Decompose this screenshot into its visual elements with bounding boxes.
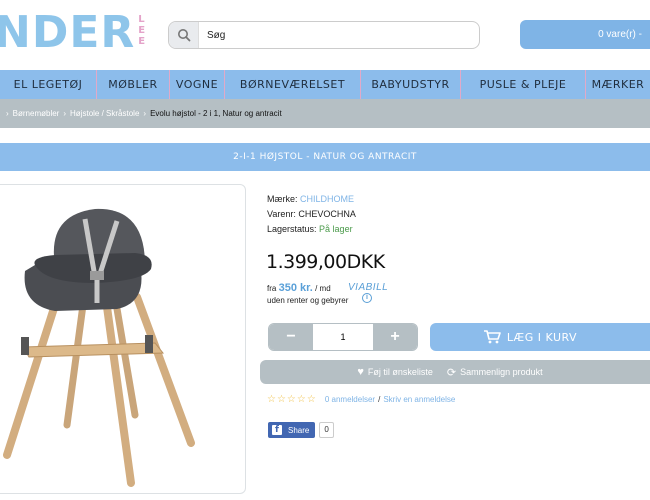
nav-item-mobler[interactable]: MØBLER [97, 70, 170, 99]
breadcrumb-link[interactable]: Højstole / Skråstole [70, 109, 139, 118]
nav-item-vogne[interactable]: VOGNE [170, 70, 225, 99]
info-icon[interactable]: i [362, 293, 372, 303]
site-header: NDER LEE 0 vare(r) - [0, 0, 650, 70]
nav-item-babyudstyr[interactable]: BABYUDSTYR [361, 70, 461, 99]
viabill-logo: VIABILL [348, 282, 389, 293]
reviews-link[interactable]: 0 anmeldelser [325, 395, 375, 404]
product-image[interactable] [0, 184, 246, 494]
decrement-button[interactable]: − [269, 324, 313, 350]
product-price: 1.399,00DKK [266, 251, 385, 273]
sku-value: CHEVOCHNA [298, 209, 356, 219]
quantity-input[interactable] [313, 324, 373, 350]
search-bar [168, 21, 480, 49]
breadcrumb-link[interactable]: Børnemøbler [13, 109, 60, 118]
facebook-share: f Share 0 [268, 422, 334, 438]
search-input[interactable] [199, 22, 469, 48]
breadcrumb: › Børnemøbler › Højstole / Skråstole › E… [0, 99, 650, 128]
site-logo[interactable]: NDER LEE [0, 8, 145, 58]
search-icon[interactable] [169, 22, 199, 48]
breadcrumb-current: Evolu højstol - 2 i 1, Natur og antracit [150, 109, 282, 118]
share-count: 0 [319, 422, 334, 438]
high-chair-image [3, 208, 195, 487]
facebook-icon: f [272, 425, 282, 435]
increment-button[interactable]: + [373, 324, 417, 350]
cart-label: 0 vare(r) - [598, 29, 642, 40]
heart-icon: ♥ [357, 366, 364, 378]
cart-button[interactable]: 0 vare(r) - [520, 20, 650, 49]
product-info: Mærke: CHILDHOME Varenr: CHEVOCHNA Lager… [267, 194, 356, 234]
wishlist-button[interactable]: ♥ Føj til ønskeliste [357, 366, 433, 378]
product-title: 2-I-1 HØJSTOL - NATUR OG ANTRACIT [233, 152, 417, 162]
write-review-link[interactable]: Skriv en anmeldelse [383, 395, 455, 404]
add-to-cart-button[interactable]: LÆG I KURV [430, 323, 650, 351]
cart-icon [483, 330, 501, 344]
star-rating: ☆☆☆☆☆ [267, 394, 317, 405]
logo-text: NDER [0, 7, 136, 58]
facebook-share-button[interactable]: f Share [268, 422, 316, 438]
nav-item-el-legetoj[interactable]: EL LEGETØJ [0, 70, 97, 99]
quantity-stepper: − + [268, 323, 418, 351]
finance-amount: 350 kr. [278, 282, 313, 294]
reviews-row: ☆☆☆☆☆ 0 anmeldelser / Skriv en anmeldels… [267, 394, 456, 405]
nav-item-bornevaerelset[interactable]: BØRNEVÆRELSET [225, 70, 361, 99]
main-nav: EL LEGETØJ MØBLER VOGNE BØRNEVÆRELSET BA… [0, 70, 650, 99]
compare-button[interactable]: ⟳ Sammenlign produkt [447, 366, 543, 379]
nav-item-maerker[interactable]: MÆRKER [586, 70, 650, 99]
refresh-icon: ⟳ [446, 366, 457, 379]
brand-link[interactable]: CHILDHOME [300, 194, 354, 204]
logo-side-text: LEE [138, 14, 146, 47]
product-title-bar: 2-I-1 HØJSTOL - NATUR OG ANTRACIT [0, 143, 650, 171]
finance-info: fra 350 kr. / md uden renter og gebyrer [267, 282, 349, 305]
product-actions: ♥ Føj til ønskeliste ⟳ Sammenlign produk… [260, 360, 650, 384]
stock-status: På lager [319, 224, 353, 234]
nav-item-pusle-pleje[interactable]: PUSLE & PLEJE [461, 70, 586, 99]
